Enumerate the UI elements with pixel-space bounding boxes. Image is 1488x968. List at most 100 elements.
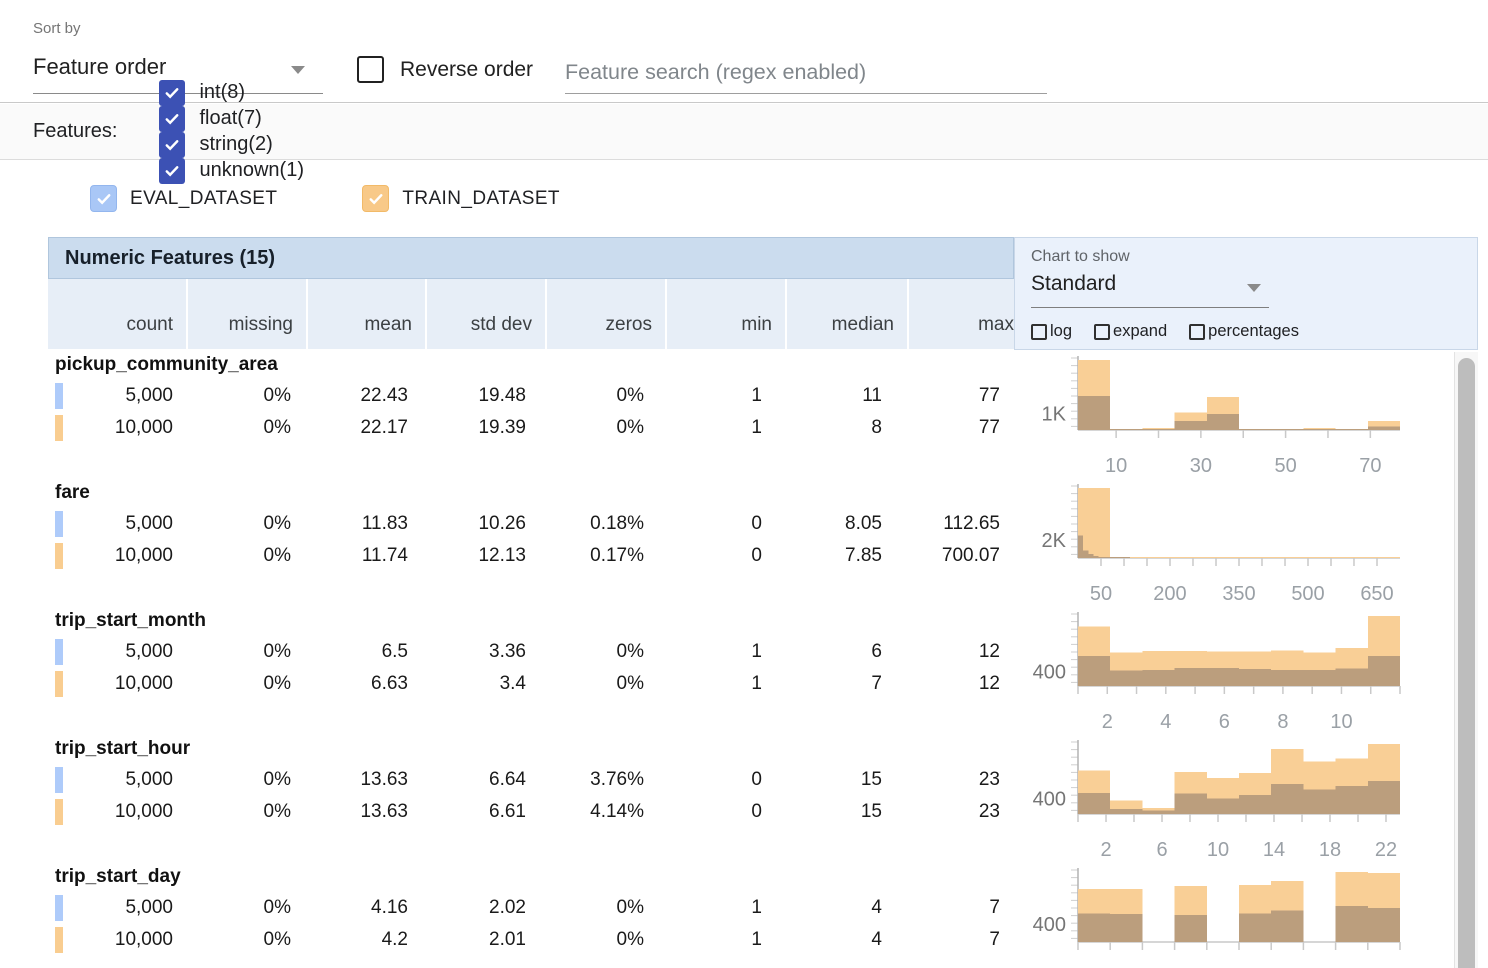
stat-value: 1 [751,673,762,695]
chart-toggle-expand[interactable]: expand [1094,322,1167,341]
stat-cell: 0% [186,892,304,924]
numeric-features-header: Numeric Features (15) countmissingmeanst… [48,237,1014,349]
stat-value: 0 [751,513,762,535]
stat-value: 0% [264,385,291,407]
svg-text:1K: 1K [1042,404,1067,426]
stat-cell: 1 [657,892,775,924]
feature-search-input[interactable] [565,52,1047,94]
svg-text:22: 22 [1375,839,1397,861]
dataset-swatch [55,511,63,537]
stat-value: 0 [751,545,762,567]
stat-cell: 10,000 [48,412,186,444]
dataset-swatch [55,639,63,665]
stat-cell: 0% [186,380,304,412]
svg-text:2: 2 [1102,711,1113,733]
checkbox-checked-icon [90,185,117,212]
stat-value: 0% [264,641,291,663]
chart-type-dropdown[interactable]: Standard [1031,270,1269,308]
dataset-checkbox-eval_dataset[interactable]: EVAL_DATASET [90,185,277,212]
feature-type-filter[interactable]: string(2) [159,132,304,158]
stat-cell: 5,000 [48,764,186,796]
feature-type-filter[interactable]: float(7) [159,106,304,132]
svg-text:4: 4 [1160,711,1171,733]
stat-value: 5,000 [125,641,173,663]
stat-value: 112.65 [943,513,1000,535]
feature-name: trip_start_day [55,866,181,888]
scrollbar-thumb[interactable] [1458,358,1475,968]
table-row: 10,0000%4.22.010%147 [48,924,1014,956]
feature-stat-rows: 5,0000%13.636.643.76%0152310,0000%13.636… [48,764,1014,828]
histogram-chart: 400 [1020,864,1420,968]
chart-toggle-percentages[interactable]: percentages [1189,322,1299,341]
stat-value: 0% [617,897,644,919]
stat-value: 8 [871,417,882,439]
table-row: 5,0000%6.53.360%1612 [48,636,1014,668]
feature-stat-rows: 5,0000%22.4319.480%1117710,0000%22.1719.… [48,380,1014,444]
stat-value: 0% [617,673,644,695]
svg-text:10: 10 [1207,839,1229,861]
feature-type-filter-label: float(7) [199,107,261,130]
stat-cell: 0% [186,508,304,540]
stat-value: 7.85 [845,545,882,567]
stat-value: 12 [979,673,1000,695]
stat-cell: 1 [657,636,775,668]
stat-cell: 10,000 [48,540,186,572]
column-header: min [667,279,785,349]
feature-type-filter-label: int(8) [199,81,245,104]
stat-cell: 6.61 [421,796,539,828]
stat-value: 0% [264,801,291,823]
column-header: zeros [547,279,665,349]
stat-cell: 15 [775,764,895,796]
stat-value: 11 [862,385,882,407]
stat-cell: 0.17% [539,540,657,572]
stat-cell: 6.5 [304,636,421,668]
stat-value: 4.2 [382,929,408,951]
stat-value: 77 [979,385,1000,407]
stat-cell: 0.18% [539,508,657,540]
stat-cell: 7 [775,668,895,700]
stat-value: 6.5 [382,641,408,663]
reverse-order-label: Reverse order [400,58,533,82]
stat-cell: 4 [775,924,895,956]
stat-cell: 112.65 [895,508,1013,540]
svg-text:400: 400 [1033,914,1066,936]
stat-cell: 0% [186,796,304,828]
feature-name: pickup_community_area [55,354,278,376]
dataset-legend: EVAL_DATASET TRAIN_DATASET [0,161,1488,236]
stat-cell: 13.63 [304,764,421,796]
chart-toggle-log[interactable]: log [1031,322,1072,341]
stat-value: 4 [871,929,882,951]
stat-value: 3.76% [590,769,644,791]
stat-cell: 23 [895,764,1013,796]
stat-value: 1 [751,417,762,439]
stat-cell: 11.74 [304,540,421,572]
table-row: 10,0000%13.636.614.14%01523 [48,796,1014,828]
column-header: missing [188,279,306,349]
stat-cell: 0% [539,668,657,700]
stat-cell: 2.01 [421,924,539,956]
stat-cell: 10,000 [48,924,186,956]
reverse-order-checkbox[interactable]: Reverse order [357,56,533,83]
dataset-checkbox-train_dataset[interactable]: TRAIN_DATASET [362,185,560,212]
stat-value: 0.18% [590,513,644,535]
stat-value: 23 [979,801,1000,823]
stat-cell: 4 [775,892,895,924]
feature-stat-rows: 5,0000%4.162.020%14710,0000%4.22.010%147 [48,892,1014,956]
features-filter-bar: Features: int(8)float(7)string(2)unknown… [0,104,1488,160]
column-header: median [787,279,907,349]
vertical-scrollbar[interactable] [1454,352,1478,968]
stat-value: 6.64 [489,769,526,791]
stat-value: 3.36 [489,641,526,663]
svg-text:18: 18 [1319,839,1341,861]
stat-cell: 0 [657,764,775,796]
feature-type-filter-label: string(2) [199,133,272,156]
feature-list: pickup_community_area5,0000%22.4319.480%… [0,352,1454,968]
stat-value: 10,000 [115,673,173,695]
stat-value: 7 [871,673,882,695]
dataset-swatch [55,799,63,825]
stat-cell: 0% [186,924,304,956]
feature-type-filter[interactable]: int(8) [159,80,304,106]
stat-cell: 2.02 [421,892,539,924]
histogram-chart: 103050701K [1020,352,1420,478]
stat-cell: 12.13 [421,540,539,572]
